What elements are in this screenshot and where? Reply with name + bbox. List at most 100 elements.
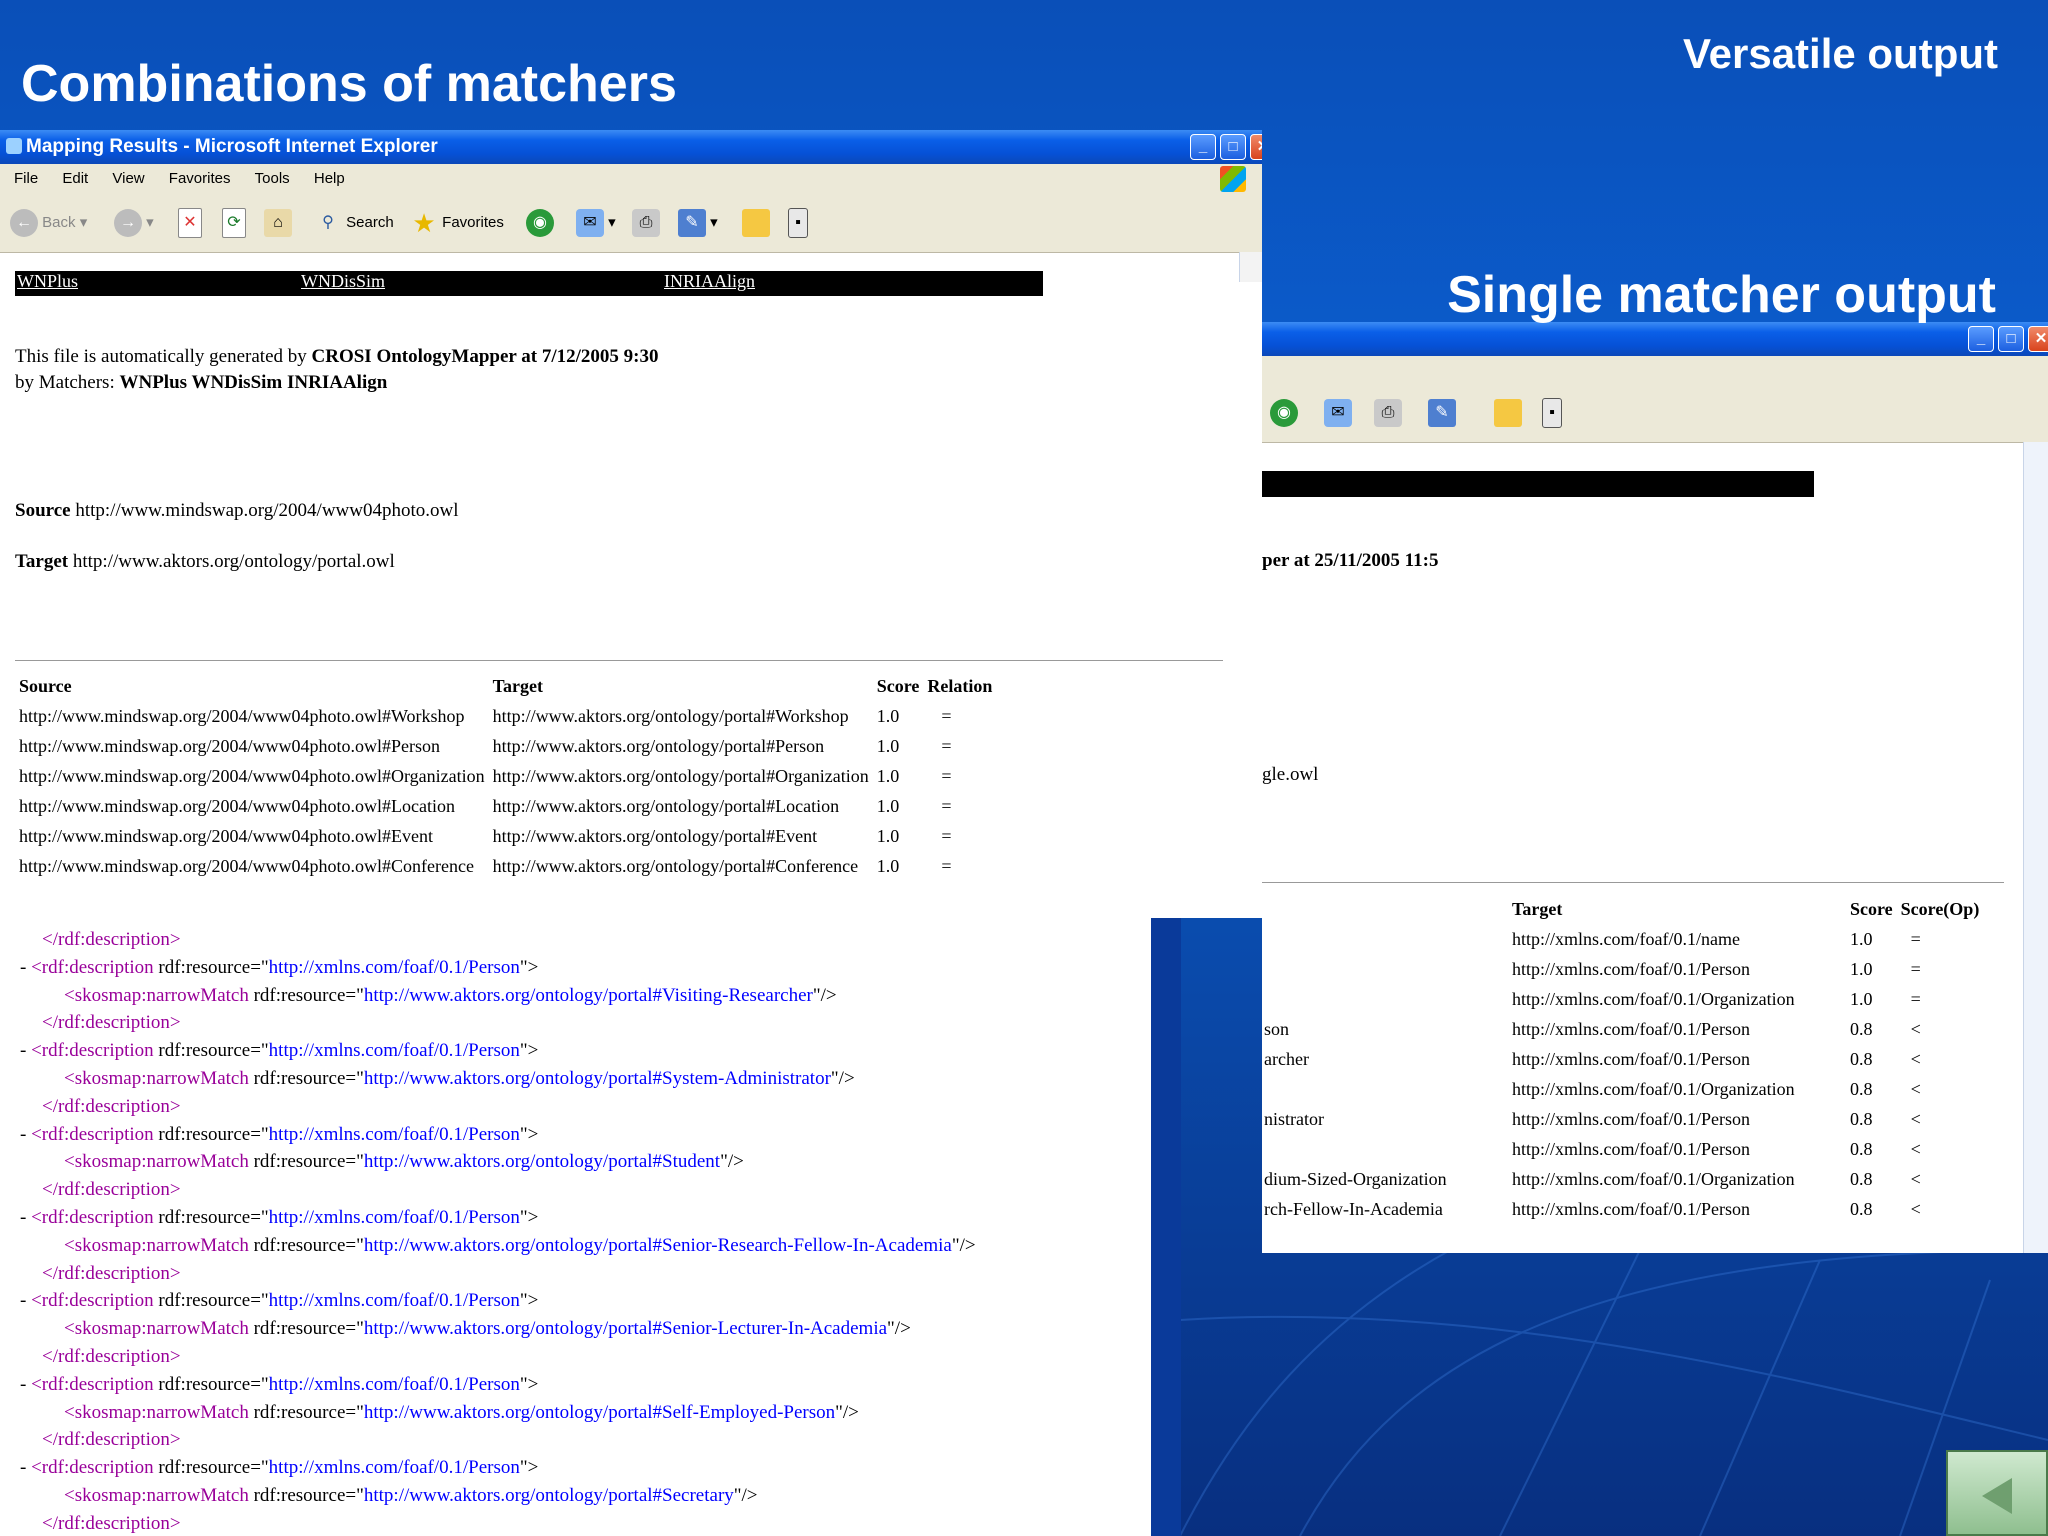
- single-window-scrollbar[interactable]: [2023, 442, 2048, 1253]
- cell-score: 0.8: [1850, 1108, 1873, 1129]
- xml-open-tag: <rdf:description: [31, 956, 154, 978]
- print-icon[interactable]: ⎙: [1374, 399, 1402, 428]
- history-icon[interactable]: ◉: [526, 209, 554, 238]
- table-row: nistrator http://xmlns.com/foaf/0.1/Perso…: [1262, 1104, 1983, 1134]
- edit-icon[interactable]: ✎: [1428, 399, 1456, 428]
- header-relation: Relation: [927, 675, 993, 696]
- nav-link-wndissim[interactable]: WNDisSim: [301, 271, 385, 292]
- xml-narrow-value: http://www.aktors.org/ontology/portal#St…: [363, 1151, 721, 1173]
- menu-help[interactable]: Help: [314, 170, 345, 187]
- menu-favorites[interactable]: Favorites: [169, 170, 231, 187]
- xml-narrow-tag: <skosmap:narrowMatch: [64, 1151, 249, 1173]
- cell-score: 0.8: [1850, 1048, 1873, 1069]
- collapse-toggle[interactable]: -: [20, 1207, 26, 1228]
- media-icon[interactable]: ◉: [1270, 399, 1298, 428]
- messenger-icon[interactable]: ▪: [788, 208, 808, 239]
- collapse-toggle[interactable]: -: [20, 1457, 26, 1478]
- menu-view[interactable]: View: [112, 170, 144, 187]
- refresh-icon[interactable]: ⟳: [222, 208, 246, 239]
- cell-source: http://www.mindswap.org/2004/www04photo.…: [19, 825, 433, 846]
- discuss-icon[interactable]: [1494, 399, 1522, 428]
- nav-link-wnplus[interactable]: WNPlus: [17, 271, 78, 292]
- search-button[interactable]: ⚲ Search: [314, 208, 394, 238]
- cell-target: http://xmlns.com/foaf/0.1/name: [1512, 928, 1740, 949]
- menu-tools[interactable]: Tools: [255, 170, 290, 187]
- table-row: rch-Fellow-In-Academia http://xmlns.com/f…: [1262, 1194, 1983, 1224]
- mail-icon[interactable]: ✉: [576, 209, 604, 238]
- favorites-button[interactable]: ★ Favorites: [410, 208, 504, 238]
- single-nav-bar: [1262, 471, 1814, 497]
- edit-icon[interactable]: ✎: [678, 209, 706, 238]
- collapse-toggle[interactable]: -: [20, 957, 26, 978]
- star-icon: ★: [412, 208, 436, 239]
- cell-score: 0.8: [1850, 1138, 1873, 1159]
- maximize-icon[interactable]: □: [1998, 326, 2024, 352]
- back-button[interactable]: ← Back ▾: [10, 208, 87, 238]
- xml-close-line: </rdf:description>: [20, 1426, 976, 1454]
- messenger-icon[interactable]: ▪: [1542, 398, 1562, 429]
- menu-file[interactable]: File: [14, 170, 38, 187]
- cell-target: http://www.aktors.org/ontology/portal#Or…: [492, 765, 869, 786]
- single-window-menubar: [1262, 356, 2048, 386]
- ie-logo-icon: [6, 138, 22, 154]
- minimize-icon[interactable]: _: [1968, 326, 1994, 352]
- cell-score: 1.0: [876, 855, 900, 876]
- collapse-toggle[interactable]: -: [20, 1374, 26, 1395]
- home-icon[interactable]: ⌂: [264, 209, 292, 238]
- cell-source-fragment: [1262, 1074, 1508, 1104]
- xml-close-line: </rdf:description>: [20, 926, 976, 954]
- xml-narrow-line: <skosmap:narrowMatch rdf:resource="http:…: [64, 1234, 976, 1256]
- cell-source-fragment: [1262, 954, 1508, 984]
- xml-narrow-value: http://www.aktors.org/ontology/portal#Se…: [363, 1318, 888, 1340]
- stop-icon[interactable]: ✕: [178, 208, 202, 239]
- target-label: Target: [15, 551, 69, 572]
- target-url: http://www.aktors.org/ontology/portal.ow…: [72, 551, 395, 572]
- cell-relation: =: [941, 825, 952, 846]
- xml-attr-name: rdf:resource: [158, 1123, 251, 1145]
- cell-target: http://xmlns.com/foaf/0.1/Person: [1512, 958, 1750, 979]
- cell-score: 1.0: [1850, 988, 1873, 1009]
- cell-score: 1.0: [1850, 958, 1873, 979]
- source-label: Source: [15, 500, 71, 521]
- nav-link-inriaalign[interactable]: INRIAAlign: [664, 271, 755, 292]
- single-header-scoreop: Score(Op): [1900, 898, 1980, 919]
- xml-narrow-value: http://www.aktors.org/ontology/portal#Se…: [363, 1484, 734, 1506]
- table-row: http://xmlns.com/foaf/0.1/name 1.0 =: [1262, 924, 1983, 954]
- cell-source: http://www.mindswap.org/2004/www04photo.…: [19, 795, 455, 816]
- xml-attr-name: rdf:resource: [253, 1234, 346, 1256]
- forward-button[interactable]: → ▾: [114, 208, 154, 238]
- windows-logo-icon: [1220, 166, 1246, 192]
- ie-scrollbar[interactable]: [1239, 252, 1262, 282]
- maximize-icon[interactable]: □: [1220, 134, 1246, 160]
- table-row: http://www.mindswap.org/2004/www04photo.…: [15, 821, 996, 851]
- xml-narrow-tag: <skosmap:narrowMatch: [64, 1401, 249, 1423]
- cell-source-fragment: rch-Fellow-In-Academia: [1264, 1198, 1443, 1219]
- xml-description-line: - <rdf:description rdf:resource="http://…: [20, 956, 539, 978]
- ie-window: Mapping Results - Microsoft Internet Exp…: [0, 130, 1262, 918]
- collapse-toggle[interactable]: -: [20, 1290, 26, 1311]
- table-row: http://xmlns.com/foaf/0.1/Organization 1.…: [1262, 984, 1983, 1014]
- xml-attr-name: rdf:resource: [253, 984, 346, 1006]
- xml-open-tag: <rdf:description: [31, 1123, 154, 1145]
- xml-narrow-line: <skosmap:narrowMatch rdf:resource="http:…: [64, 1318, 911, 1340]
- minimize-icon[interactable]: _: [1190, 134, 1216, 160]
- cell-source-fragment: [1262, 984, 1508, 1014]
- xml-open-tag: <rdf:description: [31, 1040, 154, 1062]
- ie-titlebar: Mapping Results - Microsoft Internet Exp…: [0, 130, 1262, 164]
- print-icon[interactable]: ⎙: [632, 209, 660, 238]
- generated-prefix: This file is automatically generated by: [15, 346, 312, 367]
- xml-close-line: </rdf:description>: [20, 1343, 976, 1371]
- ie-menubar: File Edit View Favorites Tools Help: [0, 164, 1262, 194]
- close-icon[interactable]: ✕: [1250, 134, 1262, 160]
- slide-nav-button[interactable]: [1946, 1450, 2048, 1536]
- xml-close-line: </rdf:description>: [20, 1260, 976, 1288]
- generated-by-line: This file is automatically generated by …: [15, 346, 658, 368]
- mail-icon[interactable]: ✉: [1324, 399, 1352, 428]
- cell-relation: =: [941, 705, 952, 726]
- collapse-toggle[interactable]: -: [20, 1124, 26, 1145]
- menu-edit[interactable]: Edit: [62, 170, 88, 187]
- cell-source-fragment: nistrator: [1264, 1108, 1324, 1129]
- discuss-icon[interactable]: [742, 209, 770, 238]
- collapse-toggle[interactable]: -: [20, 1040, 26, 1061]
- close-icon[interactable]: ✕: [2028, 326, 2048, 352]
